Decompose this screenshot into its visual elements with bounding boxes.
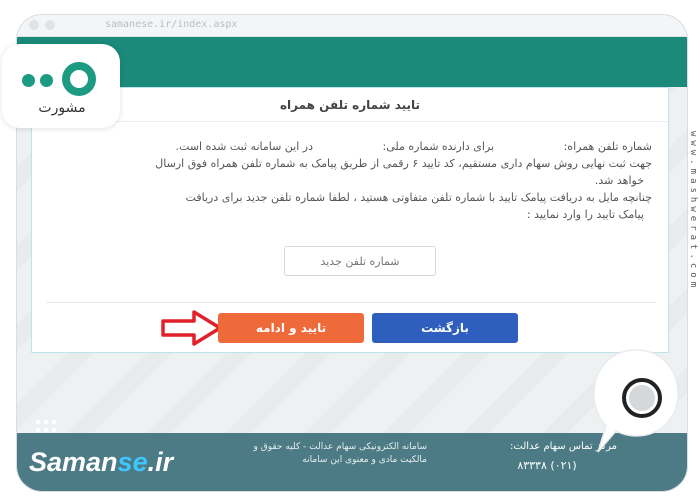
alternate-phone-line-end: پیامک تایید را وارد نمایید : xyxy=(526,208,644,221)
registered-phone-line: شماره تلفن همراه: برای دارنده شماره ملی:… xyxy=(46,138,652,155)
browser-address-strip: samanese.ir/index.aspx xyxy=(17,15,687,37)
logo-ring-icon xyxy=(62,62,96,96)
site-footer: Samanse.ir سامانه الکترونیکی سهام عدالت … xyxy=(17,433,687,491)
browser-dot-icon xyxy=(45,20,55,30)
logo-word: مشورت xyxy=(38,100,86,116)
footer-description: سامانه الکترونیکی سهام عدالت - کلیه حقوق… xyxy=(253,442,427,465)
sms-info-line-end: خواهد شد. xyxy=(594,174,644,187)
mashwerat-logo: مشورت xyxy=(2,44,120,128)
phone-confirm-dialog: تایید شماره تلفن همراه شماره تلفن همراه:… xyxy=(31,87,669,353)
phone-label: شماره تلفن همراه: xyxy=(563,140,652,153)
dialog-title: تایید شماره تلفن همراه xyxy=(32,88,668,122)
alternate-phone-line: چنانچه مایل به دریافت پیامک تایید با شما… xyxy=(185,191,652,204)
browser-url[interactable]: samanese.ir/index.aspx xyxy=(105,19,237,30)
new-phone-input[interactable] xyxy=(284,246,436,276)
chat-bubble-icon xyxy=(593,349,679,453)
dialog-actions: تایید و ادامه بازگشت xyxy=(46,302,656,352)
browser-dot-icon xyxy=(29,20,39,30)
logo-dot-icon xyxy=(22,74,35,87)
side-watermark-url: www.mashwerat.com xyxy=(688,130,698,292)
back-button[interactable]: بازگشت xyxy=(372,313,518,343)
samanese-logo[interactable]: Samanse.ir xyxy=(29,447,173,478)
registered-text: در این سامانه ثبت شده است. xyxy=(175,140,314,153)
decorative-dots xyxy=(36,420,66,440)
pointing-arrow-icon xyxy=(161,310,222,346)
logo-dot-icon xyxy=(40,74,53,87)
confirm-continue-button[interactable]: تایید و ادامه xyxy=(218,313,364,343)
sms-info-line: جهت ثبت نهایی روش سهام داری مستقیم، کد ت… xyxy=(155,157,652,170)
dialog-message: شماره تلفن همراه: برای دارنده شماره ملی:… xyxy=(46,138,652,223)
national-id-label: برای دارنده شماره ملی: xyxy=(382,140,495,153)
